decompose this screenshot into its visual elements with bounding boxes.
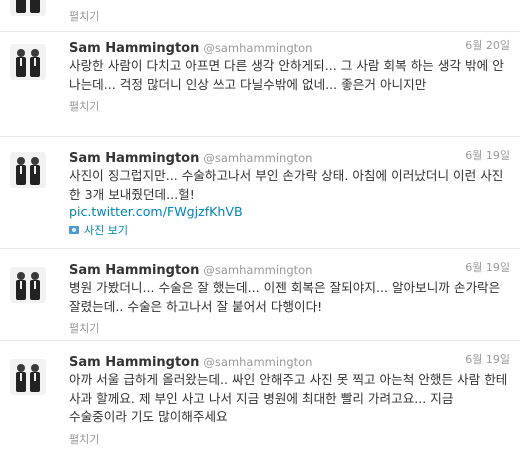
tweet-text: 사랑한 사람이 다치고 아프면 다른 생각 안하게되... 그 사람 회복 하는… [69,58,504,92]
author-handle[interactable]: @samhammington [203,263,312,277]
author-handle[interactable]: @samhammington [203,151,312,165]
tweet-header: Sam Hammington @samhammington 6월 19일 [69,259,510,278]
author-name[interactable]: Sam Hammington [69,151,199,166]
tweet-text: 아까 서울 급하게 올러왔는데.. 싸인 안해주고 사진 못 찍고 아는척 안했… [69,372,508,424]
tweet-text: 병원 가봤더니... 수술은 잘 했는데... 이젠 회복은 잘되야지... 알… [69,280,501,314]
expand-link[interactable]: 펼치기 [69,8,99,24]
author-handle[interactable]: @samhammington [203,41,312,55]
avatar[interactable] [10,152,46,188]
author-handle[interactable]: @samhammington [203,355,312,369]
author-name[interactable]: Sam Hammington [69,41,199,56]
photo-icon [69,226,79,234]
avatar[interactable] [10,359,46,395]
tweet-item[interactable]: Sam Hammington @samhammington 6월 19일 아까 서… [0,341,520,453]
tweet-header: Sam Hammington @samhammington 6월 20일 [69,37,510,56]
photo-link[interactable]: pic.twitter.com/FWgjzfKhVB [69,204,510,219]
tweet-date[interactable]: 6월 19일 [465,259,510,275]
tweet-partial-top[interactable]: 펼치기 [0,0,520,32]
expand-link[interactable]: 펼치기 [69,320,99,336]
tweet-item[interactable]: Sam Hammington @samhammington 6월 20일 사랑한 … [0,32,520,137]
expand-link[interactable]: 펼치기 [69,98,99,114]
tweet-date[interactable]: 6월 20일 [465,37,510,53]
tweet-date[interactable]: 6월 19일 [465,351,510,367]
tweet-date[interactable]: 6월 19일 [465,147,510,163]
tweet-timeline: 펼치기 Sam Hammington @samhammington 6월 20일 … [0,0,520,453]
view-photo-label: 사진 보기 [84,224,128,237]
tweet-text: 사진이 징그럽지만... 수술하고나서 부인 손가락 상태. 아침에 이러났더니… [69,168,504,202]
avatar[interactable] [10,0,46,16]
avatar[interactable] [10,267,46,303]
expand-link[interactable]: 펼치기 [69,431,99,447]
tweet-header: Sam Hammington @samhammington 6월 19일 [69,351,510,370]
tweet-header: Sam Hammington @samhammington 6월 19일 [69,147,510,166]
avatar[interactable] [10,44,46,80]
author-name[interactable]: Sam Hammington [69,355,199,370]
view-photo-button[interactable]: 사진 보기 [69,222,510,238]
author-name[interactable]: Sam Hammington [69,263,199,278]
tweet-item[interactable]: Sam Hammington @samhammington 6월 19일 사진이 … [0,137,520,249]
tweet-item[interactable]: Sam Hammington @samhammington 6월 19일 병원 가… [0,249,520,341]
